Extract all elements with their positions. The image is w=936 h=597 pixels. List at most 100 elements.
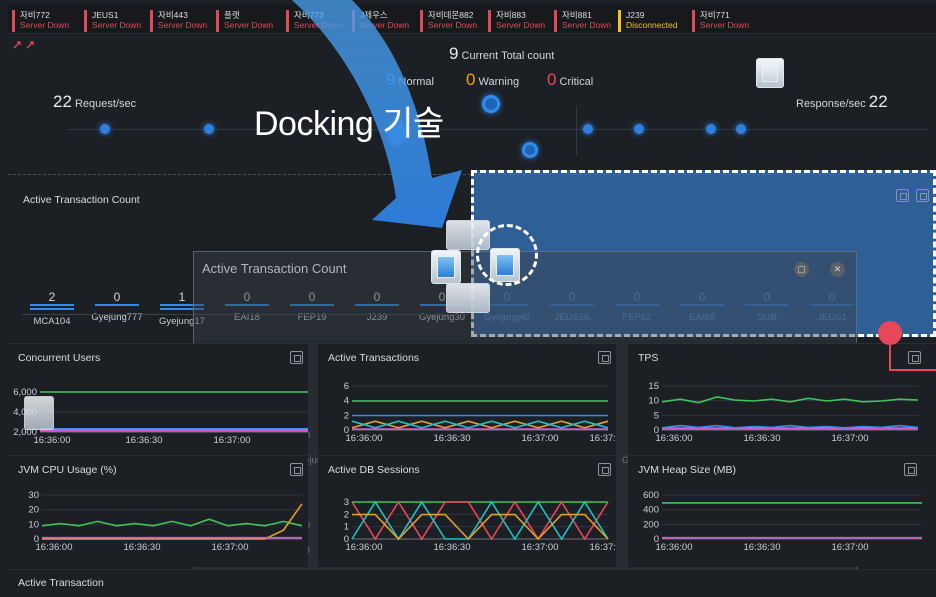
server-status-item[interactable]: 자비883 Server Down xyxy=(488,10,545,32)
server-status: Server Down xyxy=(562,20,612,30)
server-name: 자비772 xyxy=(20,10,50,20)
jvm-heap-panel: JVM Heap Size (MB) 600 400 200 0 16:36:00 16:… xyxy=(628,455,936,567)
x-tick-label: 16:37:00 xyxy=(832,542,869,553)
y-tick-label: 4 xyxy=(344,396,349,407)
server-status-item[interactable]: 자비443 Server Down xyxy=(150,10,207,32)
bar-label: MCA104 xyxy=(33,316,71,327)
normal-count: 9 Normal xyxy=(386,70,434,90)
warning-value: 0 xyxy=(466,70,476,89)
x-tick-label: 16:36:30 xyxy=(744,433,781,444)
server-status-item[interactable]: 자비데몬882 Server Down xyxy=(420,10,477,32)
flow-dot xyxy=(706,124,716,134)
flow-dot xyxy=(100,124,110,134)
y-tick-label: 20 xyxy=(28,505,39,516)
y-tick-label: 5 xyxy=(654,410,659,421)
dock-target-icon xyxy=(762,64,778,82)
response-rate: Response/sec 22 xyxy=(796,92,888,112)
server-name: 자비443 xyxy=(158,10,188,20)
y-tick-label: 1 xyxy=(344,522,349,533)
x-tick-label: 16:37:30 xyxy=(590,542,616,553)
x-tick-label: 16:36:00 xyxy=(36,542,73,553)
server-status: Server Down xyxy=(224,20,274,30)
server-status-item[interactable]: 자비771 Server Down xyxy=(692,10,749,32)
bar-item[interactable]: 0 Gyejung777 xyxy=(86,290,148,323)
x-tick-label: 16:36:00 xyxy=(346,433,383,444)
settings-icon[interactable] xyxy=(896,189,909,202)
link-icon[interactable] xyxy=(12,40,38,52)
close-icon[interactable]: ✕ xyxy=(830,262,845,277)
pointer-pin xyxy=(878,321,902,345)
server-name: 자비773 xyxy=(294,10,324,20)
jvm-heap-chart: 600400200016:36:00 16:36:30 16:37:00 xyxy=(643,490,922,553)
dock-left-icon xyxy=(437,256,455,278)
server-status-strip: 자비772 Server Down JEUS1 Server Down 자비443 Ser… xyxy=(8,4,936,34)
server-name: 자비771 xyxy=(700,10,730,20)
warning-count: 0 Warning xyxy=(466,70,519,90)
window-icon[interactable] xyxy=(916,189,929,202)
critical-count: 0 Critical xyxy=(547,70,593,90)
y-tick-label: 3 xyxy=(344,497,349,508)
server-status-item[interactable]: 자비773 Server Down xyxy=(286,10,343,32)
server-name: 자비881 xyxy=(562,10,592,20)
x-tick-label: 16:37:00 xyxy=(214,435,251,446)
flow-dot xyxy=(204,124,214,134)
series-line xyxy=(351,500,609,541)
docking-overlay-text: Docking 기술 xyxy=(254,105,444,143)
bar-item[interactable]: 2 MCA104 xyxy=(21,290,83,327)
x-tick-label: 16:36:00 xyxy=(34,435,71,446)
server-status: Server Down xyxy=(700,20,750,30)
dock-target-button[interactable] xyxy=(756,58,784,88)
active-transaction-panel: Active Transaction xyxy=(8,569,936,597)
concurrent-users-panel: Concurrent Users 6,0004,0002,00016:36:00… xyxy=(8,343,308,459)
x-tick-label: 16:36:30 xyxy=(126,435,163,446)
x-tick-label: 16:36:00 xyxy=(346,542,383,553)
server-status: Disconnected xyxy=(626,20,678,30)
response-value: 22 xyxy=(868,92,888,111)
server-name: 자비883 xyxy=(496,10,526,20)
y-tick-label: 2 xyxy=(344,410,349,421)
server-status: Server Down xyxy=(496,20,546,30)
normal-value: 9 xyxy=(386,70,396,89)
panel-title: Active Transaction xyxy=(18,577,104,589)
server-status: Server Down xyxy=(92,20,142,30)
server-status: Server Down xyxy=(294,20,344,30)
server-status-item[interactable]: J제우스 Server Down xyxy=(352,10,409,32)
jvm-cpu-panel: JVM CPU Usage (%) 30 20 10 0 16:36:00 16:36:3… xyxy=(8,455,308,567)
bar-mark xyxy=(30,304,74,310)
flow-divider xyxy=(576,106,577,156)
server-status: Server Down xyxy=(20,20,70,30)
total-value: 9 xyxy=(449,44,459,63)
response-label: Response/sec xyxy=(796,98,866,110)
flow-node xyxy=(482,95,500,113)
panel-title: Active Transaction Count xyxy=(23,194,140,206)
server-status-item[interactable]: JEUS1 Server Down xyxy=(84,10,141,32)
active-db-sessions-chart: 321016:36:0016:36:3016:37:0016:37:30 xyxy=(344,497,616,553)
flow-dot xyxy=(583,124,593,134)
y-tick-label: 30 xyxy=(28,490,39,501)
floating-window-title: Active Transaction Count xyxy=(202,261,347,276)
server-status-item[interactable]: 자비772 Server Down xyxy=(12,10,69,32)
flow-line xyxy=(68,129,928,130)
flow-dot xyxy=(634,124,644,134)
y-tick-label: 10 xyxy=(648,396,659,407)
series-line xyxy=(351,420,609,429)
server-status: Server Down xyxy=(158,20,208,30)
dock-left-button[interactable] xyxy=(431,250,461,284)
server-status-item[interactable]: J239 Disconnected xyxy=(618,10,678,32)
server-status: Server Down xyxy=(428,20,478,30)
x-tick-label: 16:36:00 xyxy=(656,542,693,553)
server-status-item[interactable]: 플랫 Server Down xyxy=(216,10,273,32)
x-tick-label: 16:37:00 xyxy=(522,542,559,553)
y-tick-label: 10 xyxy=(28,519,39,530)
dock-guide-left xyxy=(24,396,54,430)
request-label: Request/sec xyxy=(74,98,137,110)
request-rate: 22 Request/sec xyxy=(53,92,136,112)
x-tick-label: 16:37:00 xyxy=(212,542,249,553)
critical-value: 0 xyxy=(547,70,557,89)
bar-mark xyxy=(95,304,139,306)
server-status-item[interactable]: 자비881 Server Down xyxy=(554,10,611,32)
dock-guide-bottom xyxy=(446,283,490,313)
x-tick-label: 16:37:30 xyxy=(590,433,616,444)
active-transactions-chart: 642016:36:0016:36:3016:37:0016:37:30 xyxy=(344,381,616,444)
restore-icon[interactable]: ▢ xyxy=(794,262,809,277)
